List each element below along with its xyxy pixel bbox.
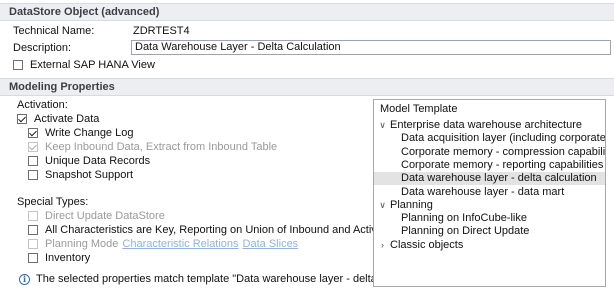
tree-template-item[interactable]: Data acquisition layer (including corpor… <box>374 132 606 145</box>
chevron-right-icon[interactable]: › <box>378 239 387 252</box>
technical-name-label: Technical Name: <box>13 25 95 37</box>
unique-data-records-label: Unique Data Records <box>45 155 151 167</box>
tree-template-item[interactable]: Planning on Direct Update <box>374 225 605 238</box>
tree-item-label: Enterprise data warehouse architecture <box>390 119 582 131</box>
activation-label: Activation: <box>17 99 68 111</box>
checkbox-box[interactable] <box>17 114 27 124</box>
tree-template-item[interactable]: Planning on InfoCube-like <box>374 212 605 225</box>
special-types-label: Special Types: <box>17 196 89 208</box>
snapshot-support-checkbox[interactable]: Snapshot Support <box>28 168 133 182</box>
external-hana-view-label: External SAP HANA View <box>30 59 155 71</box>
checkbox-box <box>28 142 38 152</box>
write-change-log-checkbox[interactable]: Write Change Log <box>28 126 133 140</box>
tree-item-label: Corporate memory - compression capabilit… <box>401 145 606 158</box>
tree-item-label: Planning on InfoCube-like <box>401 212 527 225</box>
checkbox-box <box>28 239 38 249</box>
tree-group-item[interactable]: ∨ Enterprise data warehouse architecture <box>374 119 605 132</box>
keep-inbound-data-label: Keep Inbound Data, Extract from Inbound … <box>45 141 278 153</box>
checkbox-box[interactable] <box>28 156 38 166</box>
chevron-down-icon[interactable]: ∨ <box>378 119 387 132</box>
write-change-log-label: Write Change Log <box>45 127 134 139</box>
inventory-label: Inventory <box>45 252 91 264</box>
checkbox-box[interactable] <box>13 60 23 70</box>
activate-data-label: Activate Data <box>34 113 100 125</box>
checkbox-box[interactable] <box>28 225 38 235</box>
all-characteristics-key-label: All Characteristics are Key, Reporting o… <box>45 224 413 236</box>
tree-template-item[interactable]: Corporate memory - reporting capabilitie… <box>374 158 605 172</box>
checkbox-box[interactable] <box>28 253 38 263</box>
model-template-tree[interactable]: Model Template ∨ Enterprise data warehous… <box>373 99 606 287</box>
inventory-checkbox[interactable]: Inventory <box>28 251 90 265</box>
planning-mode-checkbox: Planning Mode Characteristic Relations D… <box>28 237 298 251</box>
tree-item-label: Corporate memory - reporting capabilitie… <box>401 158 604 171</box>
activate-data-checkbox[interactable]: Activate Data <box>17 112 99 126</box>
tree-template-item[interactable]: Data warehouse layer - delta calculation <box>374 172 605 186</box>
datastore-section-header: DataStore Object (advanced) <box>0 3 614 21</box>
description-label: Description: <box>13 42 72 54</box>
modeling-section-header: Modeling Properties <box>0 78 614 96</box>
description-input[interactable]: Data Warehouse Layer - Delta Calculation <box>131 40 611 55</box>
tree-item-label: Planning on Direct Update <box>401 225 530 238</box>
all-characteristics-key-checkbox[interactable]: All Characteristics are Key, Reporting o… <box>28 223 412 237</box>
tree-item-label: Planning <box>390 198 433 211</box>
checkbox-box[interactable] <box>28 128 38 138</box>
tree-template-item[interactable]: Corporate memory - compression capabilit… <box>374 145 606 159</box>
tree-item-label: Classic objects <box>390 238 464 251</box>
external-hana-view-checkbox[interactable]: External SAP HANA View <box>13 58 155 72</box>
checkbox-box[interactable] <box>28 170 38 180</box>
tree-item-label: Data warehouse layer - data mart <box>401 185 565 198</box>
snapshot-support-label: Snapshot Support <box>45 169 134 181</box>
keep-inbound-data-checkbox: Keep Inbound Data, Extract from Inbound … <box>28 140 277 154</box>
tree-group-item[interactable]: ∨ Planning <box>374 198 605 212</box>
info-icon: i <box>19 273 30 285</box>
direct-update-checkbox: Direct Update DataStore <box>28 209 165 223</box>
tree-item-label: Data warehouse layer - delta calculation <box>401 172 597 185</box>
tree-item-label: Data acquisition layer (including corpor… <box>401 132 606 145</box>
tree-template-item[interactable]: Data warehouse layer - data mart <box>374 185 605 199</box>
unique-data-records-checkbox[interactable]: Unique Data Records <box>28 154 150 168</box>
planning-mode-label: Planning Mode <box>45 238 119 250</box>
technical-name-value: ZDRTEST4 <box>133 25 190 37</box>
direct-update-label: Direct Update DataStore <box>45 210 165 222</box>
chevron-down-icon[interactable]: ∨ <box>378 199 387 212</box>
data-slices-link[interactable]: Data Slices <box>243 238 299 250</box>
checkbox-box <box>28 211 38 221</box>
model-template-title: Model Template <box>380 103 458 115</box>
characteristic-relations-link[interactable]: Characteristic Relations <box>122 238 238 250</box>
tree-group-item[interactable]: › Classic objects <box>374 238 605 252</box>
